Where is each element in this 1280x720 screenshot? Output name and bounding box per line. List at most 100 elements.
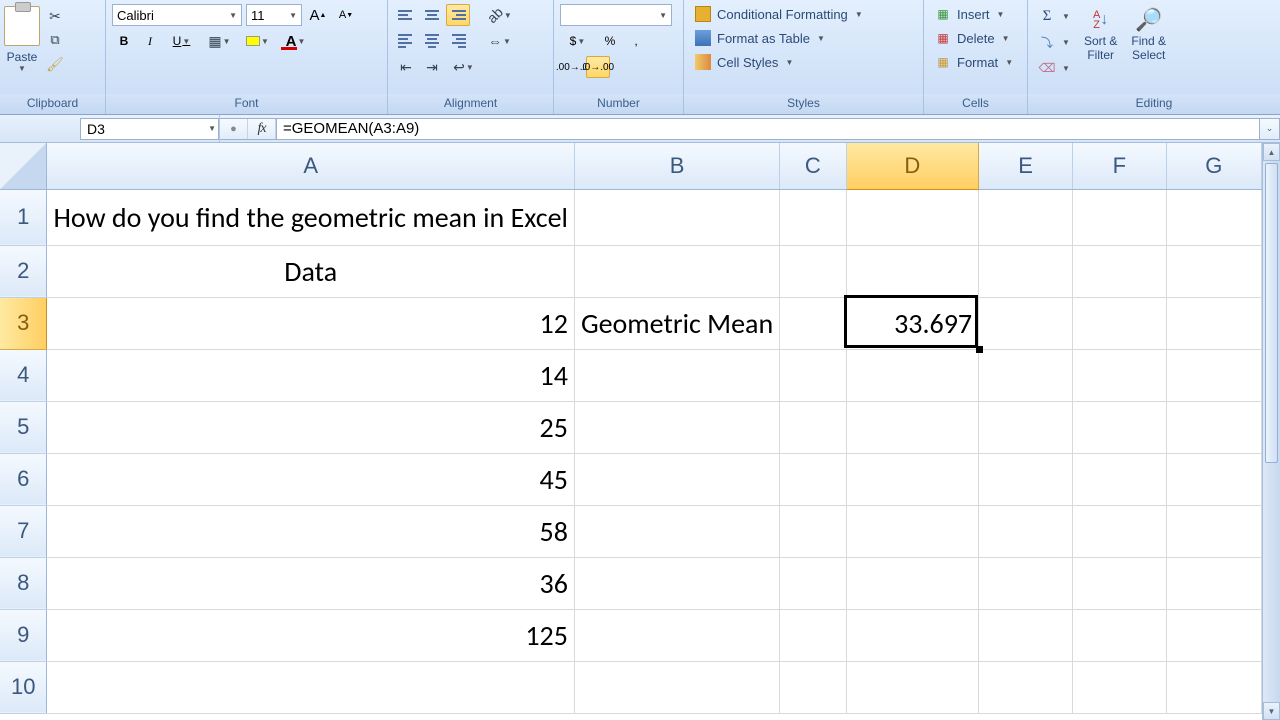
cell-C1[interactable] — [780, 189, 846, 245]
cell-D7[interactable] — [846, 505, 979, 557]
cell-B4[interactable] — [574, 349, 779, 401]
scroll-up-button[interactable]: ▲ — [1263, 143, 1280, 161]
cell-A8[interactable]: 36 — [47, 557, 574, 609]
cell-E5[interactable] — [979, 401, 1073, 453]
cell-E2[interactable] — [979, 245, 1073, 297]
row-header-9[interactable]: 9 — [0, 609, 47, 661]
cell-G9[interactable] — [1166, 609, 1261, 661]
cell-E4[interactable] — [979, 349, 1073, 401]
align-bottom-button[interactable] — [446, 4, 470, 26]
cell-C3[interactable] — [780, 297, 846, 349]
cell-F5[interactable] — [1073, 401, 1166, 453]
cell-A2[interactable]: Data — [47, 245, 574, 297]
border-button[interactable]: ▦▼ — [202, 30, 238, 52]
column-header-A[interactable]: A — [47, 143, 574, 189]
cell-B2[interactable] — [574, 245, 779, 297]
cell-F6[interactable] — [1073, 453, 1166, 505]
delete-cells-button[interactable]: ▦ Delete▼ — [928, 26, 1018, 50]
orientation-button[interactable]: ab▼ — [482, 4, 518, 26]
column-header-C[interactable]: C — [780, 143, 846, 189]
cell-C8[interactable] — [780, 557, 846, 609]
find-select-button[interactable]: 🔎 Find & Select — [1127, 4, 1170, 62]
formula-input[interactable]: =GEOMEAN(A3:A9) — [277, 118, 1260, 140]
increase-indent-button[interactable]: ⇥ — [420, 56, 444, 78]
row-header-10[interactable]: 10 — [0, 661, 47, 713]
cell-A3[interactable]: 12 — [47, 297, 574, 349]
paste-button[interactable]: Paste ▼ — [4, 2, 40, 73]
cell-F3[interactable] — [1073, 297, 1166, 349]
cell-E10[interactable] — [979, 661, 1073, 713]
cell-D4[interactable] — [846, 349, 979, 401]
cell-D8[interactable] — [846, 557, 979, 609]
vertical-scrollbar[interactable]: ▲ ▼ — [1262, 143, 1280, 720]
cell-D1[interactable] — [846, 189, 979, 245]
copy-button[interactable]: ⧉ — [44, 30, 66, 50]
cell-A7[interactable]: 58 — [47, 505, 574, 557]
column-header-E[interactable]: E — [979, 143, 1073, 189]
merge-center-button[interactable]: ⇔▼ — [482, 30, 518, 52]
cell-B3[interactable]: Geometric Mean — [574, 297, 779, 349]
column-header-B[interactable]: B — [574, 143, 779, 189]
sort-filter-button[interactable]: AZ↓ Sort & Filter — [1080, 4, 1121, 62]
cell-B5[interactable] — [574, 401, 779, 453]
percent-format-button[interactable]: % — [598, 30, 622, 52]
cell-G6[interactable] — [1166, 453, 1261, 505]
font-color-button[interactable]: A▼ — [278, 30, 314, 52]
align-right-button[interactable] — [446, 30, 470, 52]
number-format-combo[interactable]: ▼ — [560, 4, 672, 26]
format-as-table-button[interactable]: Format as Table▼ — [688, 26, 833, 50]
cell-F10[interactable] — [1073, 661, 1166, 713]
row-header-1[interactable]: 1 — [0, 189, 47, 245]
cell-A6[interactable]: 45 — [47, 453, 574, 505]
insert-function-button[interactable]: fx — [248, 119, 276, 139]
cell-C9[interactable] — [780, 609, 846, 661]
cell-F7[interactable] — [1073, 505, 1166, 557]
align-middle-button[interactable] — [420, 4, 444, 26]
column-header-D[interactable]: D — [846, 143, 979, 189]
fill-button[interactable]: ⤵▼ — [1036, 30, 1074, 54]
cell-A5[interactable]: 25 — [47, 401, 574, 453]
cell-D5[interactable] — [846, 401, 979, 453]
row-header-7[interactable]: 7 — [0, 505, 47, 557]
cell-styles-button[interactable]: Cell Styles▼ — [688, 50, 801, 74]
select-all-button[interactable] — [0, 143, 47, 189]
cut-button[interactable]: ✂ — [44, 6, 66, 26]
cell-A4[interactable]: 14 — [47, 349, 574, 401]
decrease-decimal-button[interactable]: .0→.00 — [586, 56, 610, 78]
cell-F4[interactable] — [1073, 349, 1166, 401]
cell-F2[interactable] — [1073, 245, 1166, 297]
format-painter-button[interactable]: 🖌 — [44, 54, 66, 74]
cell-E8[interactable] — [979, 557, 1073, 609]
cell-C2[interactable] — [780, 245, 846, 297]
wrap-text-button[interactable]: ↩▼ — [446, 56, 482, 78]
cell-D9[interactable] — [846, 609, 979, 661]
row-header-6[interactable]: 6 — [0, 453, 47, 505]
cell-C6[interactable] — [780, 453, 846, 505]
cell-G10[interactable] — [1166, 661, 1261, 713]
insert-cells-button[interactable]: ▦ Insert▼ — [928, 2, 1013, 26]
cell-D2[interactable] — [846, 245, 979, 297]
cell-A1[interactable]: How do you find the geometric mean in Ex… — [47, 189, 574, 245]
decrease-font-button[interactable]: A▼ — [334, 4, 358, 26]
cell-D6[interactable] — [846, 453, 979, 505]
cell-E7[interactable] — [979, 505, 1073, 557]
row-header-5[interactable]: 5 — [0, 401, 47, 453]
cell-E9[interactable] — [979, 609, 1073, 661]
align-top-button[interactable] — [394, 4, 418, 26]
decrease-indent-button[interactable]: ⇤ — [394, 56, 418, 78]
cell-G4[interactable] — [1166, 349, 1261, 401]
bold-button[interactable]: B — [112, 30, 136, 52]
cell-F8[interactable] — [1073, 557, 1166, 609]
underline-button[interactable]: U▼ — [164, 30, 200, 52]
row-header-2[interactable]: 2 — [0, 245, 47, 297]
cell-D10[interactable] — [846, 661, 979, 713]
cell-E1[interactable] — [979, 189, 1073, 245]
cell-B7[interactable] — [574, 505, 779, 557]
row-header-3[interactable]: 3 — [0, 297, 47, 349]
fill-handle[interactable] — [976, 346, 983, 353]
increase-font-button[interactable]: A▲ — [306, 4, 330, 26]
cell-B1[interactable] — [574, 189, 779, 245]
scroll-thumb[interactable] — [1265, 163, 1278, 463]
align-left-button[interactable] — [394, 30, 418, 52]
align-center-button[interactable] — [420, 30, 444, 52]
